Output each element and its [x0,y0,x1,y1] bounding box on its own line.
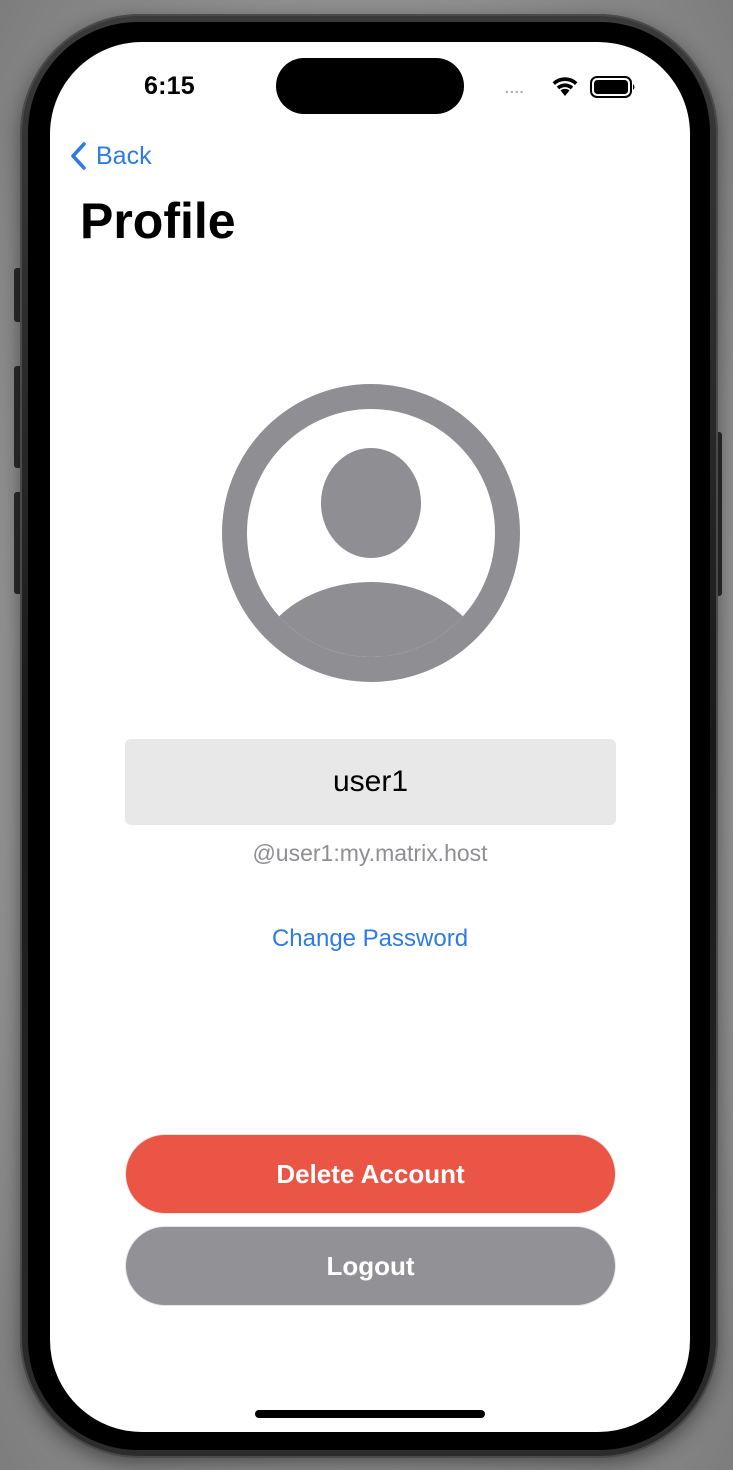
chevron-left-icon [71,142,86,170]
delete-account-label: Delete Account [276,1158,465,1189]
dynamic-island [276,58,464,114]
page-title: Profile [80,193,236,249]
battery-icon [590,76,635,98]
back-button[interactable]: Back [68,138,152,174]
change-password-link[interactable]: Change Password [50,925,690,953]
wifi-icon [552,77,578,96]
delete-account-button[interactable]: Delete Account [125,1134,616,1214]
person-circle-icon[interactable] [222,384,520,682]
logout-button[interactable]: Logout [125,1226,616,1306]
screen: 6:15 .... Back Profile @user1:my.matrix.… [50,42,690,1432]
back-label: Back [96,141,152,170]
logout-label: Logout [326,1250,415,1281]
status-time: 6:15 [144,72,195,100]
home-indicator[interactable] [255,1410,485,1418]
signal-dots: .... [505,80,525,96]
user-id-label: @user1:my.matrix.host [252,840,488,866]
display-name-field[interactable] [125,739,616,825]
